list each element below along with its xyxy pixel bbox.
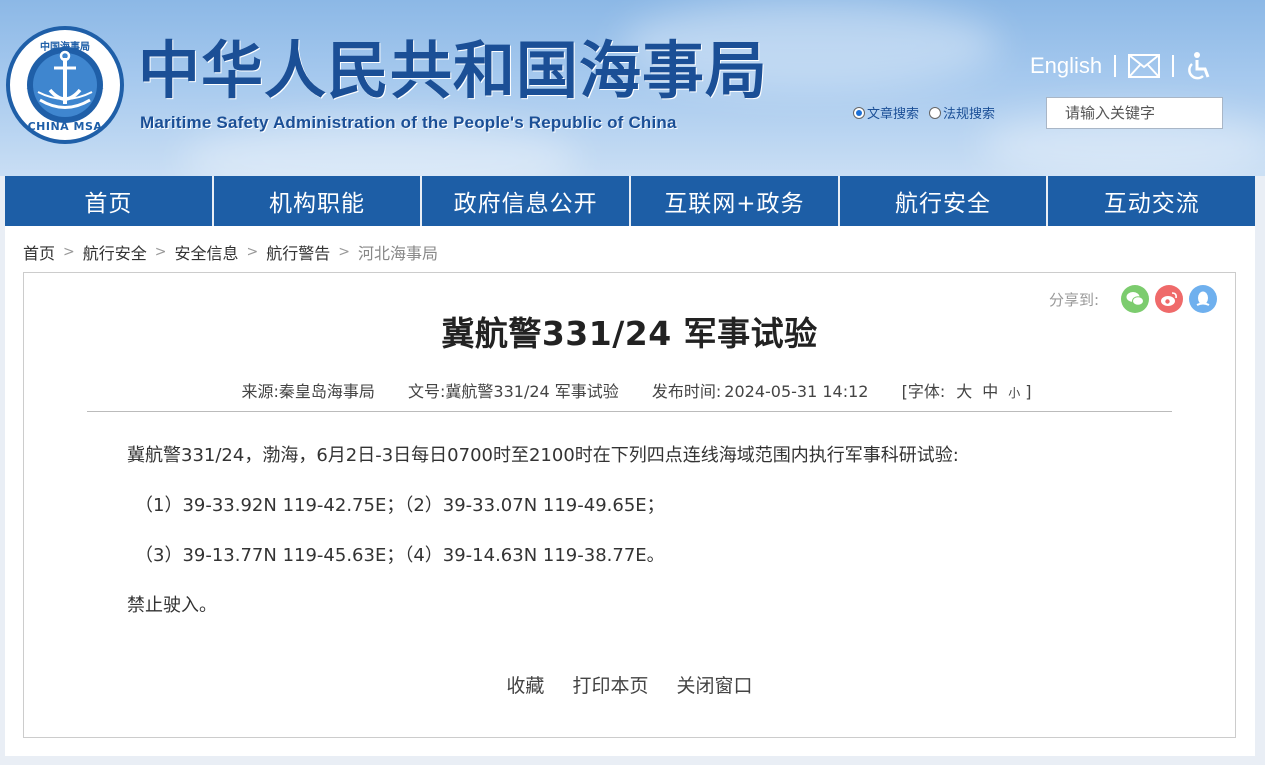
- search-option-label: 文章搜索: [867, 107, 920, 122]
- search-option-article[interactable]: 文章搜索: [853, 103, 919, 122]
- article-meta: 来源:秦皇岛海事局 文号:冀航警331/24 军事试验 发布时间: 2024-05…: [24, 378, 1235, 402]
- meta-docno: 文号:冀航警331/24 军事试验: [408, 382, 619, 401]
- font-small-button[interactable]: 小: [1008, 386, 1020, 400]
- emblem-top-text: 中国海事局: [40, 42, 90, 53]
- breadcrumb-item[interactable]: 首页: [23, 240, 55, 264]
- svg-text:★: ★: [96, 85, 104, 95]
- mail-icon[interactable]: [1128, 54, 1161, 78]
- bookmark-link[interactable]: 收藏: [506, 675, 544, 697]
- site-header: ★ ★ 中国海事局 CHINA MSA 中华人民共和国海事局 Maritime …: [0, 0, 1265, 176]
- nav-item-e-gov[interactable]: 互联网+政务: [631, 176, 840, 226]
- font-size-label: [字体:: [901, 382, 946, 401]
- article-title: 冀航警331/24 军事试验: [441, 314, 818, 353]
- breadcrumb-item[interactable]: 航行警告: [266, 240, 330, 264]
- top-links: English: [1030, 50, 1212, 82]
- title-divider: [87, 411, 1172, 412]
- site-title[interactable]: 中华人民共和国海事局: [138, 36, 768, 106]
- search-input[interactable]: [1046, 97, 1223, 129]
- article-paragraph: （1）39-33.92N 119-42.75E；（2）39-33.07N 119…: [135, 495, 665, 516]
- font-size-switcher: [字体: 大中小]: [902, 382, 1032, 401]
- divider: [1114, 55, 1117, 77]
- article-actions: 收藏 打印本页 关闭窗口: [24, 671, 1235, 698]
- svg-text:★: ★: [26, 85, 34, 95]
- article-paragraph: （3）39-13.77N 119-45.63E；（4）39-14.63N 119…: [135, 545, 665, 566]
- radio-selected[interactable]: [853, 106, 865, 119]
- font-medium-button[interactable]: 中: [982, 382, 998, 401]
- search-type-options: 文章搜索 法规搜索: [853, 103, 995, 122]
- nav-item-home[interactable]: 首页: [5, 176, 214, 226]
- divider: [1172, 55, 1175, 77]
- meta-docno-value: 冀航警331/24 军事试验: [445, 382, 619, 401]
- article-body: 冀航警331/24，渤海，6月2日-3日每日0700时至2100时在下列四点连线…: [127, 443, 1167, 643]
- chevron-right-icon: >: [63, 244, 75, 260]
- english-link[interactable]: English: [1030, 53, 1102, 79]
- nav-item-gov-info[interactable]: 政府信息公开: [422, 176, 632, 226]
- chevron-right-icon: >: [338, 244, 350, 260]
- msa-emblem-logo[interactable]: ★ ★ 中国海事局 CHINA MSA: [6, 26, 124, 144]
- meta-date-label: 发布时间:: [651, 382, 722, 401]
- chevron-right-icon: >: [246, 244, 259, 260]
- meta-source-label: 来源:: [241, 382, 279, 401]
- breadcrumb-item[interactable]: 安全信息: [175, 240, 239, 264]
- meta-source-value: 秦皇岛海事局: [278, 382, 375, 401]
- main-nav: 首页 机构职能 政府信息公开 互联网+政务 航行安全 互动交流: [5, 176, 1255, 226]
- breadcrumb-item-current[interactable]: 河北海事局: [358, 240, 438, 264]
- site-subtitle: Maritime Safety Administration of the Pe…: [140, 113, 677, 132]
- font-large-button[interactable]: 大: [956, 382, 972, 401]
- content-panel: 首页 > 航行安全 > 安全信息 > 航行警告 > 河北海事局 分享到: 冀航警…: [5, 226, 1255, 756]
- breadcrumb-item[interactable]: 航行安全: [83, 240, 147, 264]
- search-option-label: 法规搜索: [943, 107, 996, 122]
- meta-source: 来源:秦皇岛海事局: [241, 382, 374, 401]
- font-size-close: ]: [1025, 382, 1032, 401]
- nav-item-interaction[interactable]: 互动交流: [1048, 176, 1255, 226]
- search-option-regulation[interactable]: 法规搜索: [929, 103, 995, 122]
- article-paragraph: 冀航警331/24，渤海，6月2日-3日每日0700时至2100时在下列四点连线…: [127, 445, 959, 466]
- print-page-link[interactable]: 打印本页: [572, 675, 648, 697]
- meta-docno-label: 文号:: [408, 382, 446, 401]
- nav-item-navigation-safety[interactable]: 航行安全: [840, 176, 1049, 226]
- article-box: 分享到: 冀航警331/24 军事试验 来源:秦皇岛海事局 文号:冀航警331/…: [23, 272, 1236, 738]
- meta-date-value: 2024-05-31 14:12: [724, 382, 869, 401]
- article-paragraph: 禁止驶入。: [127, 595, 217, 616]
- chevron-right-icon: >: [154, 244, 167, 260]
- nav-item-functions[interactable]: 机构职能: [214, 176, 423, 226]
- breadcrumb: 首页 > 航行安全 > 安全信息 > 航行警告 > 河北海事局: [23, 240, 438, 264]
- emblem-bottom-text: CHINA MSA: [27, 120, 103, 133]
- close-window-link[interactable]: 关闭窗口: [677, 675, 753, 697]
- accessibility-icon[interactable]: [1186, 51, 1212, 81]
- meta-date: 发布时间: 2024-05-31 14:12: [652, 382, 869, 401]
- radio-unselected[interactable]: [929, 106, 942, 119]
